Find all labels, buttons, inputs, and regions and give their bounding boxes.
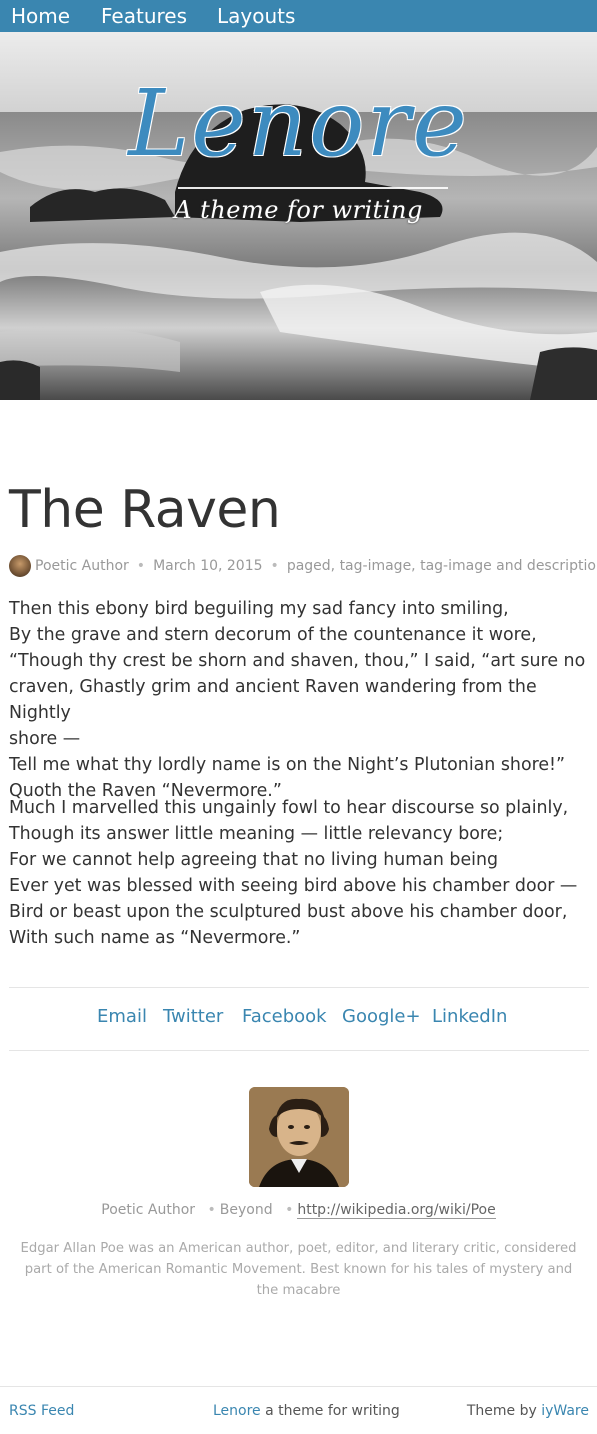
share-links: Email Twitter Facebook Google+ LinkedIn [0,1006,597,1032]
poem-line: Much I marvelled this ungainly fowl to h… [9,798,569,818]
poem-line: Tell me what thy lordly name is on the N… [9,755,566,775]
share-googleplus-link[interactable]: Google+ [342,1006,421,1027]
meta-separator: • [270,558,279,574]
footer-credit: Theme by iyWare [467,1403,589,1419]
poem-stanza-2: Much I marvelled this ungainly fowl to h… [9,795,589,951]
site-footer: RSS Feed Lenore a theme for writing Them… [0,1403,597,1423]
theme-tagline: a theme for writing [260,1403,400,1419]
meta-separator: • [285,1202,294,1218]
share-divider-top [9,987,589,988]
site-logo-title[interactable]: Lenore [0,70,597,177]
post-title: The Raven [9,480,281,540]
share-email-link[interactable]: Email [97,1006,147,1027]
post-meta: Poetic Author • March 10, 2015 • paged, … [9,554,597,578]
rss-feed-link[interactable]: RSS Feed [9,1403,74,1419]
poem-line: Then this ebony bird beguiling my sad fa… [9,599,509,619]
post-tags[interactable]: paged, tag-image, tag-image and descript… [287,558,597,574]
post-date: March 10, 2015 [153,558,263,574]
nav-layouts-link[interactable]: Layouts [217,0,295,32]
credit-prefix: Theme by [466,1403,542,1419]
share-divider-bottom [9,1050,589,1051]
poem-line: shore — [9,729,81,749]
poem-stanza-1: Then this ebony bird beguiling my sad fa… [9,596,589,804]
meta-separator: • [207,1202,216,1218]
author-meta: Poetic Author • Beyond • http://wikipedia.… [0,1202,597,1219]
poem-line: Though its answer little meaning — littl… [9,824,504,844]
poem-line: With such name as “Nevermore.” [9,928,301,948]
author-website-link[interactable]: http://wikipedia.org/wiki/Poe [297,1202,496,1219]
meta-separator: • [136,558,146,574]
poem-line: Ever yet was blessed with seeing bird ab… [9,876,578,896]
footer-divider [0,1386,597,1387]
author-location: Beyond [219,1202,273,1218]
hero-divider [178,187,448,189]
poem-line: For we cannot help agreeing that no livi… [9,850,499,870]
share-facebook-link[interactable]: Facebook [242,1006,327,1027]
poem-line: Bird or beast upon the sculptured bust a… [9,902,568,922]
author-link[interactable]: Poetic Author [35,558,129,574]
theme-name-link[interactable]: Lenore [213,1403,261,1419]
footer-theme-text: Lenore a theme for writing [213,1403,400,1419]
poem-line: By the grave and stern decorum of the co… [9,625,537,645]
hero-banner: Lenore A theme for writing [0,32,597,400]
credit-link[interactable]: iyWare [541,1403,589,1419]
poem-line: “Though thy crest be shorn and shaven, t… [9,651,586,671]
poem-line: craven, Ghastly grim and ancient Raven w… [9,677,537,723]
author-avatar[interactable] [9,555,31,577]
author-bio: Edgar Allan Poe was an American author, … [20,1241,577,1298]
nav-features-link[interactable]: Features [101,0,187,32]
author-portrait-image [249,1087,349,1187]
top-nav: Home Features Layouts [0,0,597,32]
share-twitter-link[interactable]: Twitter [163,1006,223,1027]
author-name: Poetic Author [101,1202,196,1218]
site-tagline: A theme for writing [174,196,423,224]
nav-home-link[interactable]: Home [11,0,70,32]
share-linkedin-link[interactable]: LinkedIn [432,1006,507,1027]
author-photo [249,1087,349,1187]
